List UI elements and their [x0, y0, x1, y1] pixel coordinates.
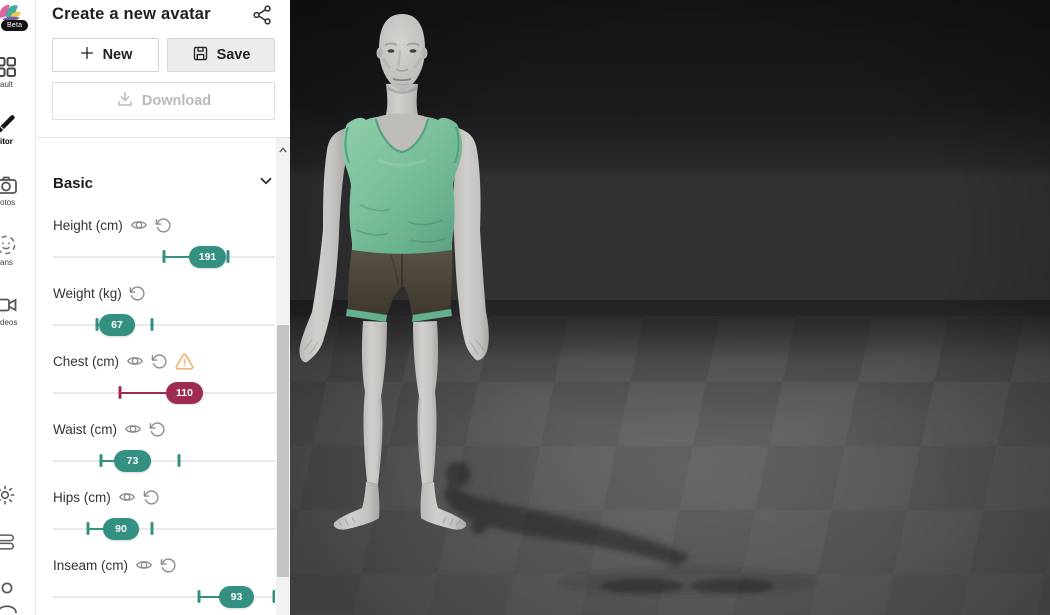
slider-group: Chest (cm) 110 [53, 351, 275, 419]
layers-icon [0, 531, 16, 558]
slider-track[interactable]: 191 [53, 245, 275, 269]
slider-label-row: Hips (cm) [53, 487, 275, 507]
share-button[interactable] [252, 4, 274, 26]
sidebar-item-label: itor [0, 137, 13, 146]
slider-fill [88, 528, 103, 530]
page-title: Create a new avatar [52, 5, 211, 23]
reset-icon[interactable] [155, 217, 172, 234]
range-tick-right [150, 522, 154, 535]
reset-icon[interactable] [151, 353, 168, 370]
new-button-label: New [102, 47, 133, 63]
slider-label-row: Height (cm) [53, 215, 275, 235]
slider-value: 191 [198, 251, 217, 263]
slider-track[interactable]: 110 [53, 381, 275, 405]
section-basic[interactable]: Basic [53, 171, 275, 195]
account-icon [0, 579, 20, 615]
slider-label-row: Waist (cm) [53, 419, 275, 439]
download-button[interactable]: Download [52, 82, 275, 120]
slider-label-row: Chest (cm) [53, 351, 275, 371]
slider-thumb[interactable]: 90 [103, 518, 139, 540]
sidebar-item-label: otos [0, 198, 16, 207]
left-nav-rail: Beta ault itor otos ans deos [0, 0, 36, 615]
save-button[interactable]: Save [167, 38, 275, 72]
slider-group: Waist (cm) 73 [53, 419, 275, 487]
slider-value: 73 [126, 455, 139, 467]
avatar-model [299, 14, 489, 530]
beta-badge: Beta [1, 20, 29, 31]
save-button-label: Save [216, 47, 251, 63]
brightness-icon [0, 484, 16, 511]
settings-scroll-area: Basic Height (cm) 191 Weight (kg) 67 Che… [53, 138, 275, 615]
scroll-up-icon[interactable] [278, 142, 288, 160]
slider-fill [120, 392, 166, 394]
slider-label: Hips (cm) [53, 489, 111, 505]
slider-track[interactable]: 90 [53, 517, 275, 541]
plus-icon [79, 45, 95, 65]
scrollbar-thumb[interactable] [277, 325, 289, 577]
range-tick-right [177, 454, 181, 467]
sidebar-item-label: ault [0, 80, 13, 89]
slider-fill [199, 596, 219, 598]
slider-thumb[interactable]: 73 [114, 450, 151, 472]
slider-track[interactable]: 93 [53, 585, 275, 609]
sliders: Height (cm) 191 Weight (kg) 67 Chest (cm… [53, 215, 275, 615]
slider-value: 90 [115, 523, 127, 535]
download-icon [116, 90, 134, 112]
range-tick-left [99, 454, 103, 467]
slider-track[interactable]: 73 [53, 449, 275, 473]
reset-icon[interactable] [129, 285, 146, 302]
avatar-control-panel: Create a new avatar New Save Download Ba… [37, 0, 290, 615]
panel-scrollbar[interactable] [276, 138, 290, 615]
avatar-3d-viewport[interactable] [290, 0, 1050, 615]
slider-thumb[interactable]: 110 [166, 382, 203, 404]
slider-group: Weight (kg) 67 [53, 283, 275, 351]
avatar-creator-app: Beta ault itor otos ans deos Create a ne… [0, 0, 1050, 615]
slider-group: Height (cm) 191 [53, 215, 275, 283]
slider-fill [101, 460, 114, 462]
slider-track-line [53, 460, 275, 462]
range-tick-right [226, 250, 230, 263]
slider-label: Weight (kg) [53, 285, 122, 301]
range-tick-right [272, 590, 275, 603]
visibility-icon[interactable] [126, 352, 144, 370]
warning-icon [175, 352, 194, 370]
slider-label: Inseam (cm) [53, 557, 129, 573]
range-tick-left [118, 386, 122, 399]
slider-value: 110 [176, 387, 193, 399]
reset-icon[interactable] [149, 421, 166, 438]
sidebar-item-label: ans [0, 258, 13, 267]
slider-label-row: Weight (kg) [53, 283, 275, 303]
new-button[interactable]: New [52, 38, 159, 72]
slider-label-row: Inseam (cm) [53, 555, 275, 575]
slider-label: Height (cm) [53, 217, 123, 233]
slider-thumb[interactable]: 67 [99, 314, 135, 336]
slider-fill [164, 256, 189, 258]
reset-icon[interactable] [160, 557, 177, 574]
visibility-icon[interactable] [130, 216, 148, 234]
save-floppy-icon [192, 45, 209, 66]
slider-track-line [53, 324, 275, 326]
reset-icon[interactable] [143, 489, 160, 506]
slider-value: 93 [230, 591, 243, 603]
slider-group: Hips (cm) 90 [53, 487, 275, 555]
chevron-down-icon [257, 172, 275, 195]
slider-value: 67 [111, 319, 123, 331]
range-tick-left [162, 250, 166, 263]
slider-label: Chest (cm) [53, 353, 120, 369]
section-title: Basic [53, 174, 94, 192]
visibility-icon[interactable] [124, 420, 142, 438]
range-tick-left [86, 522, 90, 535]
slider-label: Waist (cm) [53, 421, 117, 437]
slider-thumb[interactable]: 191 [189, 246, 226, 268]
sidebar-item-label: deos [0, 318, 18, 327]
slider-group: Inseam (cm) 93 [53, 555, 275, 615]
visibility-icon[interactable] [118, 488, 136, 506]
range-tick-left [197, 590, 201, 603]
download-button-label: Download [141, 93, 212, 109]
visibility-icon[interactable] [135, 556, 153, 574]
range-tick-right [150, 318, 154, 331]
slider-thumb[interactable]: 93 [219, 586, 254, 608]
slider-track[interactable]: 67 [53, 313, 275, 337]
